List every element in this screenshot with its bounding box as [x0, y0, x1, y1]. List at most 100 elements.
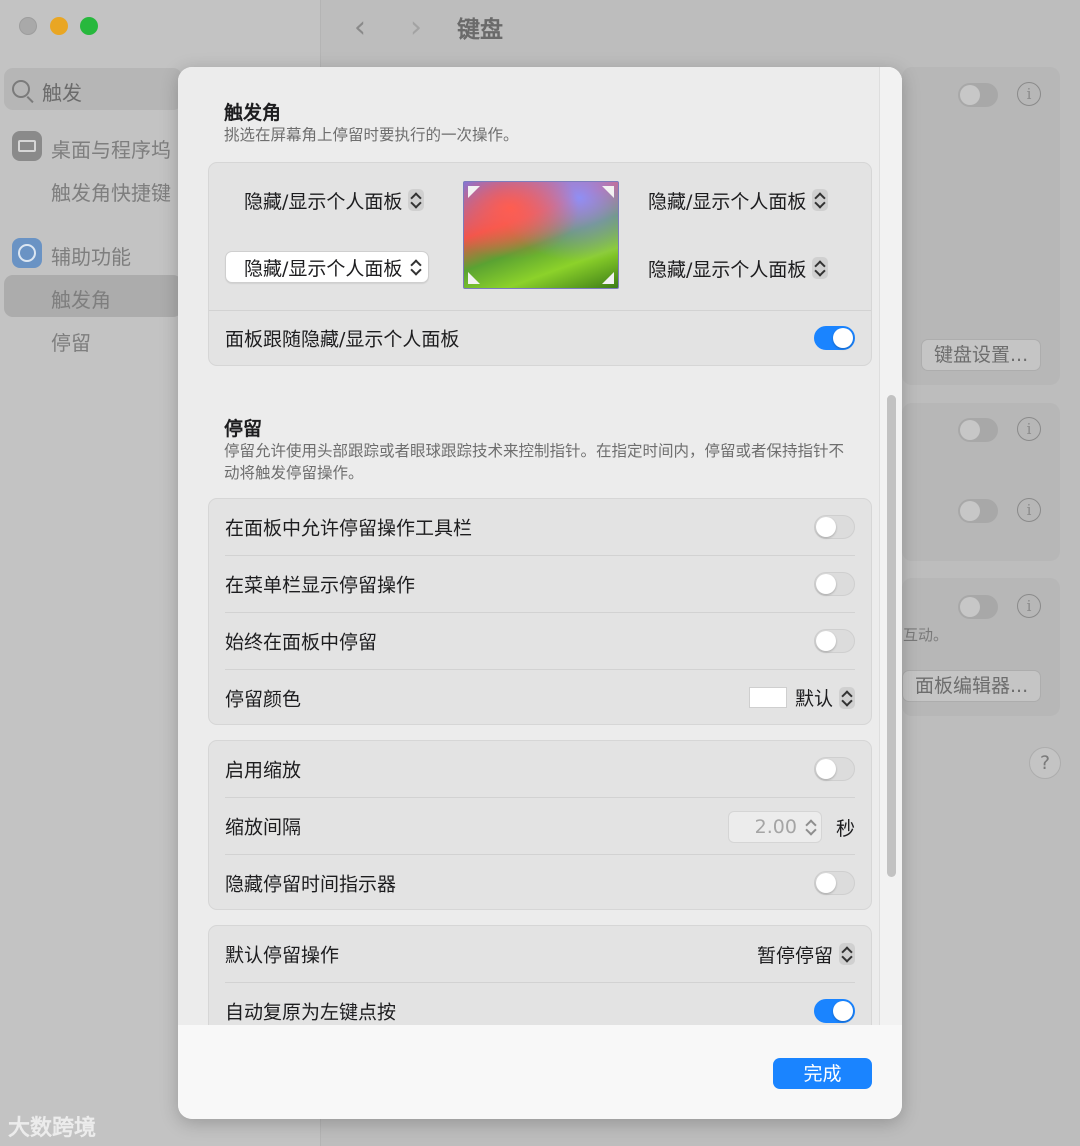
- always-in-panel-toggle[interactable]: [814, 629, 855, 653]
- top-left-corner-popup[interactable]: 隐藏/显示个人面板: [244, 183, 425, 217]
- updown-chevron-icon: [839, 943, 855, 965]
- default-action-label: 默认停留操作: [225, 944, 340, 967]
- sheet-content[interactable]: 触发角 挑选在屏幕角上停留时要执行的一次操作。 隐藏/显示个人面板 隐藏/显示个…: [178, 67, 902, 1025]
- sidebar-item-desktop-dock[interactable]: 桌面与程序坞: [51, 134, 171, 163]
- bottom-right-corner-value: 隐藏/显示个人面板: [648, 258, 807, 281]
- allow-toolbar-row: 在面板中允许停留操作工具栏: [225, 499, 855, 555]
- bottom-left-corner-popup[interactable]: 隐藏/显示个人面板: [225, 251, 430, 283]
- default-action-group: 默认停留操作 暂停停留 自动复原为左键点按: [208, 925, 872, 1025]
- info-icon[interactable]: i: [1017, 594, 1041, 618]
- show-in-menubar-row: 在菜单栏显示停留操作: [225, 556, 855, 612]
- corner-marker-icon: [468, 186, 480, 198]
- zoom-interval-control: 2.00 秒: [727, 811, 855, 843]
- minimize-window-button[interactable]: [50, 17, 68, 35]
- zoom-window-button[interactable]: [80, 17, 98, 35]
- corner-marker-icon: [468, 272, 480, 284]
- zoom-interval-value: 2.00: [754, 816, 797, 838]
- sidebar-item-accessibility[interactable]: 辅助功能: [51, 241, 131, 270]
- bg-toggle[interactable]: [958, 418, 998, 442]
- auto-revert-label: 自动复原为左键点按: [225, 1001, 397, 1024]
- enable-zoom-label: 启用缩放: [225, 759, 302, 782]
- color-swatch[interactable]: [748, 687, 787, 708]
- default-action-row: 默认停留操作 暂停停留: [225, 926, 855, 982]
- scrollbar-thumb[interactable]: [887, 395, 896, 877]
- scrollbar[interactable]: [879, 67, 902, 1025]
- zoom-interval-row: 缩放间隔 2.00 秒: [225, 798, 855, 854]
- dwell-description: 停留允许使用头部跟踪或者眼球跟踪技术来控制指针。在指定时间内，停留或者保持指针不…: [224, 442, 845, 482]
- window-title: 键盘: [457, 17, 503, 43]
- hide-timer-row: 隐藏停留时间指示器: [225, 855, 855, 911]
- always-in-panel-label: 始终在面板中停留: [225, 631, 378, 654]
- watermark: 大数跨境: [8, 1116, 97, 1141]
- bg-settings-card: [902, 67, 1060, 385]
- dwell-color-value: 默认: [794, 688, 833, 710]
- accessibility-icon: [12, 238, 42, 268]
- auto-revert-row: 自动复原为左键点按: [225, 983, 855, 1025]
- enable-zoom-toggle[interactable]: [814, 757, 855, 781]
- updown-chevron-icon: [408, 189, 425, 211]
- dwell-color-label: 停留颜色: [225, 688, 302, 711]
- auto-revert-toggle[interactable]: [814, 999, 855, 1023]
- hide-timer-label: 隐藏停留时间指示器: [225, 873, 397, 896]
- updown-chevron-icon: [839, 686, 855, 709]
- updown-chevron-icon: [812, 257, 829, 279]
- zoom-interval-stepper[interactable]: [803, 816, 819, 838]
- panel-follow-toggle[interactable]: [814, 326, 855, 350]
- allow-toolbar-label: 在面板中允许停留操作工具栏: [225, 517, 473, 540]
- hot-corners-title: 触发角: [224, 102, 282, 124]
- show-in-menubar-toggle[interactable]: [814, 572, 855, 596]
- show-in-menubar-label: 在菜单栏显示停留操作: [225, 574, 416, 597]
- updown-chevron-icon: [812, 189, 829, 211]
- corner-marker-icon: [602, 272, 614, 284]
- bg-toggle[interactable]: [958, 499, 998, 523]
- corner-marker-icon: [602, 186, 614, 198]
- desktop-preview-image: [463, 181, 619, 289]
- hide-timer-toggle[interactable]: [814, 871, 855, 895]
- search-input-value[interactable]: 触发: [42, 77, 82, 106]
- zoom-interval-unit: 秒: [835, 817, 855, 840]
- always-in-panel-row: 始终在面板中停留: [225, 613, 855, 669]
- allow-toolbar-toggle[interactable]: [814, 515, 855, 539]
- zoom-interval-label: 缩放间隔: [225, 816, 302, 839]
- dwell-color-row: 停留颜色 默认: [225, 670, 855, 726]
- search-icon: [12, 80, 30, 98]
- bottom-right-corner-popup[interactable]: 隐藏/显示个人面板: [648, 251, 829, 285]
- sidebar-search-field[interactable]: [4, 68, 182, 110]
- panel-follow-row: 面板跟随隐藏/显示个人面板: [225, 310, 855, 366]
- hot-corners-sheet: 触发角 挑选在屏幕角上停留时要执行的一次操作。 隐藏/显示个人面板 隐藏/显示个…: [178, 67, 902, 1119]
- zoom-options-group: 启用缩放 缩放间隔 2.00 秒 隐藏停留时间指示器: [208, 740, 872, 910]
- zoom-interval-field[interactable]: 2.00: [727, 811, 822, 843]
- keyboard-settings-button[interactable]: 键盘设置...: [921, 339, 1042, 371]
- dwell-color-popup[interactable]: 默认: [748, 684, 855, 711]
- bg-toggle[interactable]: [958, 595, 998, 619]
- close-window-button[interactable]: [19, 17, 37, 35]
- done-button[interactable]: 完成: [773, 1058, 872, 1089]
- panel-follow-label: 面板跟随隐藏/显示个人面板: [225, 328, 460, 351]
- info-icon[interactable]: i: [1017, 417, 1041, 441]
- updown-chevron-icon: [408, 256, 424, 278]
- sidebar-item-hot-corners[interactable]: 触发角: [51, 284, 111, 313]
- bottom-left-corner-value: 隐藏/显示个人面板: [244, 257, 403, 280]
- back-arrow-icon[interactable]: ‹: [354, 10, 366, 45]
- default-action-value: 暂停停留: [756, 944, 833, 967]
- default-action-popup[interactable]: 暂停停留: [757, 937, 855, 971]
- top-right-corner-value: 隐藏/显示个人面板: [648, 190, 807, 213]
- hot-corners-description: 挑选在屏幕角上停留时要执行的一次操作。: [224, 126, 519, 144]
- panel-editor-button[interactable]: 面板编辑器...: [902, 670, 1042, 702]
- enable-zoom-row: 启用缩放: [225, 741, 855, 797]
- dwell-options-group: 在面板中允许停留操作工具栏 在菜单栏显示停留操作 始终在面板中停留 停留颜色 默…: [208, 498, 872, 725]
- sidebar-item-hot-corner-shortcuts[interactable]: 触发角快捷键: [51, 177, 171, 206]
- info-icon[interactable]: i: [1017, 498, 1041, 522]
- dwell-title: 停留: [224, 418, 263, 440]
- info-icon[interactable]: i: [1017, 82, 1041, 106]
- sheet-footer: 完成: [178, 1025, 902, 1119]
- top-right-corner-popup[interactable]: 隐藏/显示个人面板: [648, 183, 829, 217]
- top-left-corner-value: 隐藏/显示个人面板: [244, 190, 403, 213]
- desktop-dock-icon: [12, 131, 42, 161]
- hot-corners-group: 隐藏/显示个人面板 隐藏/显示个人面板 隐藏/显示个人面板 隐藏/显示个人面板: [208, 162, 872, 366]
- help-button[interactable]: ?: [1029, 747, 1061, 779]
- sidebar-item-dwell[interactable]: 停留: [51, 327, 91, 356]
- forward-arrow-icon[interactable]: ›: [410, 10, 422, 45]
- bg-toggle[interactable]: [958, 83, 998, 107]
- bg-partial-text: 互动。: [903, 626, 949, 644]
